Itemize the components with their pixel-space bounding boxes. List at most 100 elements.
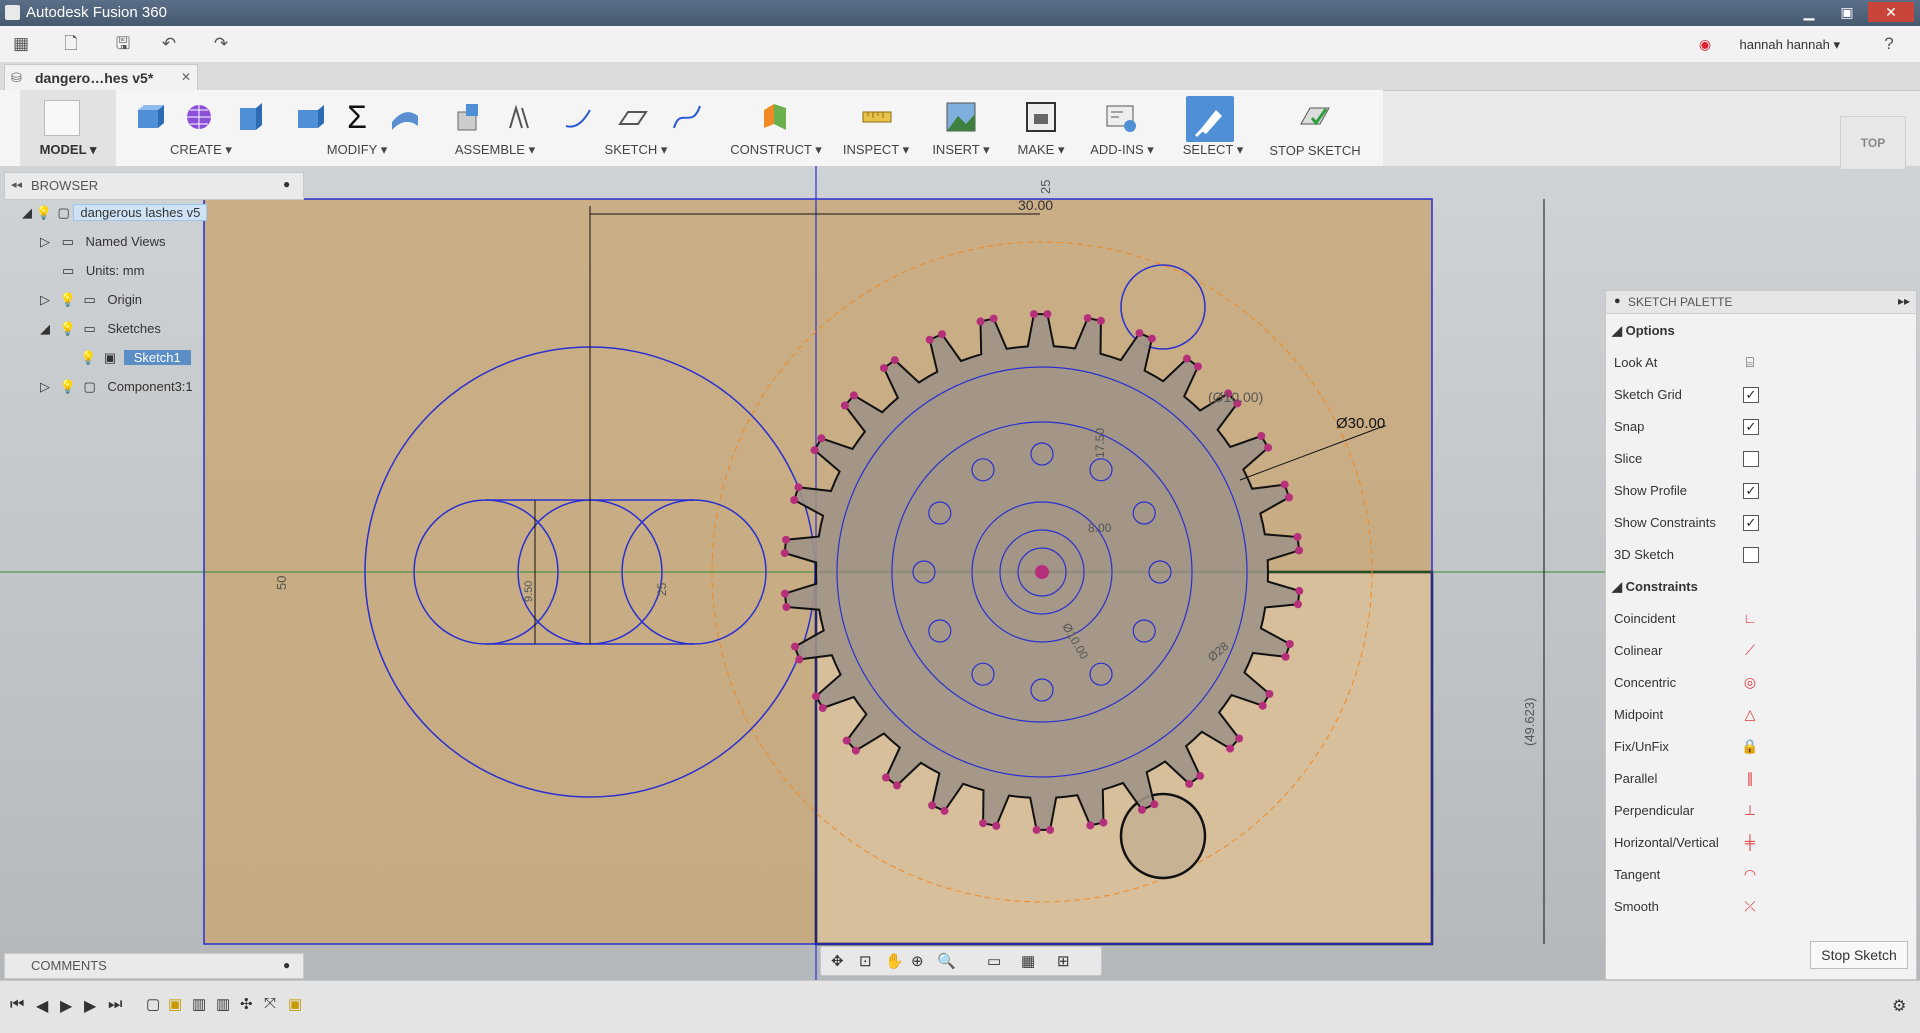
comments-pin-icon[interactable]: ●	[283, 958, 290, 972]
gear-center-point[interactable]	[1035, 565, 1049, 579]
browser-item-origin[interactable]: ▷ 💡 ▭ Origin	[40, 287, 142, 313]
constraint-row[interactable]: Perpendicular ⊥	[1606, 795, 1916, 827]
dim-25-left[interactable]: 25	[655, 582, 669, 596]
sketch-point[interactable]	[1029, 310, 1038, 319]
create-group[interactable]: CREATE ▾	[124, 90, 278, 166]
sketch-point[interactable]	[794, 483, 803, 492]
constraint-row[interactable]: Horizontal/Vertical ╪	[1606, 827, 1916, 859]
dim-49623[interactable]: (49.623)	[1522, 698, 1537, 746]
option-row[interactable]: Look At ⌸	[1606, 347, 1916, 379]
browser-root[interactable]: ◢ 💡 ▢ dangerous lashes v5	[22, 200, 208, 226]
orbit-icon[interactable]: ✥	[831, 952, 844, 970]
make-group[interactable]: MAKE ▾	[1006, 90, 1076, 166]
timeline-settings-icon[interactable]: ⚙	[1892, 996, 1906, 1016]
option-checkbox[interactable]: ✓	[1743, 483, 1759, 499]
sketch-point[interactable]	[1099, 818, 1108, 827]
workspace-switcher[interactable]: MODEL ▾	[20, 90, 116, 166]
sketch-point[interactable]	[1043, 310, 1052, 319]
sketch-point[interactable]	[992, 821, 1001, 830]
redo-icon[interactable]: ↷	[210, 34, 232, 54]
browser-item-component[interactable]: ▷ 💡 ▢ Component3:1	[40, 374, 193, 400]
option-checkbox[interactable]: ✓	[1743, 515, 1759, 531]
modify-surface-icon[interactable]	[388, 100, 422, 134]
option-row[interactable]: Show Profile ✓	[1606, 475, 1916, 507]
extrude-feature-icon-2[interactable]: ▥	[216, 995, 230, 1013]
smooth-icon[interactable]: ⤫	[1741, 897, 1759, 915]
sketch-point[interactable]	[840, 401, 849, 410]
sketch-point[interactable]	[938, 330, 946, 339]
sketch-point[interactable]	[979, 819, 988, 828]
joint-feature-icon[interactable]: ✣	[240, 995, 253, 1013]
sketch-point[interactable]	[811, 692, 820, 701]
file-menu-icon[interactable]: 🗋	[60, 34, 82, 54]
help-icon[interactable]: ?	[1878, 34, 1900, 54]
step-back-icon[interactable]: ◀	[36, 996, 48, 1016]
dim-dia30[interactable]: Ø30.00	[1336, 415, 1385, 432]
display-settings-icon[interactable]: ▭	[987, 952, 1001, 970]
option-row[interactable]: 3D Sketch	[1606, 539, 1916, 571]
go-to-end-icon[interactable]: ⏭	[108, 996, 122, 1014]
visibility-bulb-icon[interactable]: 💡	[60, 292, 76, 307]
spline-icon[interactable]	[670, 100, 704, 134]
sketch-point[interactable]	[780, 549, 789, 558]
constraint-row[interactable]: Colinear ⟋	[1606, 635, 1916, 667]
dim-1750[interactable]: 17.50	[1093, 428, 1107, 458]
sketch-point[interactable]	[1258, 701, 1267, 710]
look-at-icon[interactable]: ⌸	[1741, 353, 1759, 371]
sketch-point[interactable]	[1257, 432, 1266, 440]
undo-icon[interactable]: ↶	[158, 34, 180, 54]
dim-30[interactable]: 30.00	[1018, 197, 1053, 213]
sketch-point[interactable]	[925, 335, 934, 344]
browser-panel-header[interactable]: ◂◂ BROWSER ●	[4, 172, 304, 200]
colinear-icon[interactable]: ⟋	[1741, 641, 1759, 659]
sketch-point[interactable]	[782, 603, 791, 611]
line-sketch-icon[interactable]	[562, 100, 596, 134]
sketch-point[interactable]	[1096, 316, 1105, 325]
constraint-row[interactable]: Coincident ∟	[1606, 603, 1916, 635]
sketch-feature-icon[interactable]: ▣	[168, 995, 182, 1013]
visibility-bulb-icon[interactable]: 💡	[36, 205, 52, 220]
option-checkbox[interactable]: ✓	[1743, 387, 1759, 403]
sketch-point[interactable]	[1295, 586, 1304, 595]
sketch-point[interactable]	[890, 356, 899, 365]
sketch-point[interactable]	[849, 391, 858, 400]
perpendicular-icon[interactable]: ⊥	[1741, 801, 1759, 819]
inspect-group[interactable]: INSPECT ▾	[836, 90, 916, 166]
view-cube[interactable]: TOP	[1840, 116, 1906, 170]
constraint-row[interactable]: Tangent ◠	[1606, 859, 1916, 891]
grid-settings-icon[interactable]: ▦	[1021, 952, 1035, 970]
new-component-icon[interactable]	[454, 100, 488, 134]
sketch-point[interactable]	[1285, 493, 1293, 502]
sketch-group[interactable]: SKETCH ▾	[556, 90, 716, 166]
constraint-row[interactable]: Parallel ∥	[1606, 763, 1916, 795]
collapse-icon[interactable]: ◢	[40, 321, 50, 336]
user-menu[interactable]: hannah hannah ▾	[1739, 37, 1840, 53]
sketch-point[interactable]	[1083, 314, 1092, 323]
dim-8[interactable]: 8.00	[1088, 521, 1112, 535]
sketch-point[interactable]	[795, 655, 804, 664]
sketch-point[interactable]	[1281, 652, 1290, 661]
constraints-section[interactable]: ◢ Constraints	[1606, 571, 1916, 603]
palette-header[interactable]: ● SKETCH PALETTE ▸▸	[1606, 291, 1916, 314]
assemble-group[interactable]: ASSEMBLE ▾	[440, 90, 550, 166]
visibility-bulb-icon[interactable]: 💡	[80, 350, 96, 365]
expand-icon[interactable]: ▷	[40, 234, 50, 249]
sketch-point[interactable]	[1226, 744, 1235, 753]
extrude-icon[interactable]	[232, 100, 266, 134]
sketch-point[interactable]	[879, 364, 888, 373]
press-pull-icon[interactable]	[292, 100, 326, 134]
sketch-point[interactable]	[1194, 362, 1202, 371]
close-button[interactable]: ✕	[1868, 2, 1914, 22]
dim-dia10[interactable]: (Ø10.00)	[1208, 389, 1263, 405]
sketch-point[interactable]	[1265, 689, 1274, 698]
select-icon[interactable]	[1186, 96, 1234, 142]
option-row[interactable]: Slice	[1606, 443, 1916, 475]
sketch-point[interactable]	[1147, 334, 1156, 343]
modify-group[interactable]: Σ MODIFY ▾	[282, 90, 432, 166]
midpoint-icon[interactable]: △	[1741, 705, 1759, 723]
expand-icon[interactable]: ▷	[40, 379, 50, 394]
collapse-icon[interactable]: ◢	[22, 205, 32, 220]
horizontal-vertical-icon[interactable]: ╪	[1741, 833, 1759, 851]
sketch-point[interactable]	[989, 314, 998, 323]
extrude-feature-icon[interactable]: ▥	[192, 995, 206, 1013]
